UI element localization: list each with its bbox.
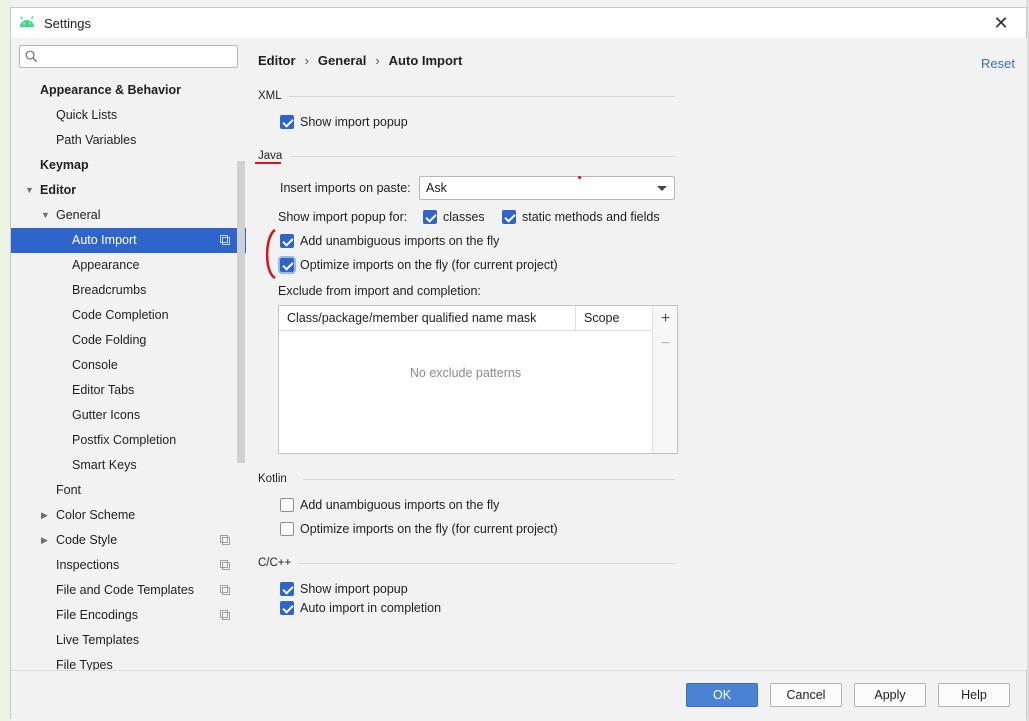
annotation-underline	[255, 162, 281, 164]
sidebar-item-appearance[interactable]: Appearance	[11, 253, 246, 278]
remove-icon[interactable]: −	[657, 335, 674, 352]
project-settings-icon	[220, 610, 230, 620]
project-settings-icon	[220, 235, 230, 245]
annotation-dot	[578, 176, 581, 179]
kotlin-optimize-imports-checkbox[interactable]: Optimize imports on the fly (for current…	[280, 521, 558, 537]
breadcrumb: Editor › General › Auto Import	[258, 53, 462, 68]
sidebar-item-editor-tabs[interactable]: Editor Tabs	[11, 378, 246, 403]
checkbox-checked[interactable]	[280, 600, 294, 615]
close-button[interactable]: ✕	[990, 12, 1012, 34]
breadcrumb-editor: Editor	[258, 53, 296, 68]
expand-arrow-icon[interactable]: ▼	[41, 203, 50, 228]
sidebar-item-inspections[interactable]: Inspections	[11, 553, 246, 578]
search-input[interactable]	[19, 45, 238, 68]
insert-imports-select[interactable]: Ask	[419, 176, 675, 200]
sidebar-item-keymap[interactable]: Keymap	[11, 153, 246, 178]
section-title-xml: XML	[258, 90, 282, 102]
static-methods-checkbox[interactable]: static methods and fields	[502, 209, 660, 225]
reset-link[interactable]: Reset	[981, 56, 1015, 71]
android-icon	[20, 16, 34, 27]
breadcrumb-general: General	[317, 53, 367, 68]
project-settings-icon	[220, 585, 230, 595]
search-icon	[25, 50, 38, 63]
sidebar-item-auto-import[interactable]: Auto Import	[11, 228, 246, 253]
xml-show-import-popup-checkbox[interactable]: Show import popup	[280, 114, 408, 130]
cpp-show-import-popup-checkbox[interactable]: Show import popup	[280, 581, 408, 597]
checkbox-checked[interactable]	[280, 581, 294, 596]
sidebar-item-editor[interactable]: ▼ Editor	[11, 178, 246, 203]
section-divider	[303, 479, 675, 480]
java-optimize-imports-checkbox[interactable]: Optimize imports on the fly (for current…	[280, 257, 558, 273]
exclude-label: Exclude from import and completion:	[278, 284, 481, 298]
sidebar-item-code-completion[interactable]: Code Completion	[11, 303, 246, 328]
cpp-auto-import-checkbox[interactable]: Auto import in completion	[280, 600, 441, 616]
ok-button[interactable]: OK	[686, 683, 758, 707]
sidebar-item-gutter-icons[interactable]: Gutter Icons	[11, 403, 246, 428]
checkbox-checked[interactable]	[423, 209, 437, 224]
checkbox-checked[interactable]	[280, 114, 294, 129]
sidebar-item-postfix-completion[interactable]: Postfix Completion	[11, 428, 246, 453]
breadcrumb-auto-import: Auto Import	[388, 53, 463, 68]
section-divider	[289, 96, 675, 97]
sidebar-item-code-style[interactable]: ▶ Code Style	[11, 528, 246, 553]
breadcrumb-separator: ›	[375, 53, 380, 68]
sidebar-scrollbar[interactable]	[237, 161, 245, 463]
checkbox-checked[interactable]	[502, 209, 516, 224]
sidebar: Appearance & Behavior Quick Lists Path V…	[11, 38, 247, 672]
apply-button[interactable]: Apply	[854, 683, 926, 707]
dialog-footer: OK Cancel Apply Help	[11, 670, 1026, 720]
chevron-down-icon	[657, 186, 667, 191]
settings-dialog: Settings ✕ Appearance & Behavior Quick L…	[10, 7, 1027, 720]
sidebar-item-color-scheme[interactable]: ▶ Color Scheme	[11, 503, 246, 528]
checkbox-unchecked[interactable]	[280, 521, 294, 536]
section-title-java: Java	[258, 150, 283, 162]
column-header-scope[interactable]: Scope	[576, 306, 652, 331]
checkbox-checked[interactable]	[280, 257, 294, 272]
section-divider	[291, 156, 675, 157]
sidebar-item-appearance-behavior[interactable]: Appearance & Behavior	[11, 78, 246, 103]
checkbox-checked[interactable]	[280, 233, 294, 248]
project-settings-icon	[220, 535, 230, 545]
section-title-cpp: C/C++	[258, 557, 292, 569]
annotation-bracket	[265, 228, 276, 280]
sidebar-item-smart-keys[interactable]: Smart Keys	[11, 453, 246, 478]
breadcrumb-separator: ›	[304, 53, 309, 68]
sidebar-item-console[interactable]: Console	[11, 353, 246, 378]
java-add-unambiguous-checkbox[interactable]: Add unambiguous imports on the fly	[280, 233, 499, 249]
section-title-kotlin: Kotlin	[258, 473, 287, 485]
checkbox-unchecked[interactable]	[280, 497, 294, 512]
sidebar-item-file-code-templates[interactable]: File and Code Templates	[11, 578, 246, 603]
insert-imports-label: Insert imports on paste:	[280, 181, 411, 195]
show-popup-for-label: Show import popup for:	[278, 210, 408, 224]
section-divider	[299, 563, 675, 564]
sidebar-item-path-variables[interactable]: Path Variables	[11, 128, 246, 153]
sidebar-item-code-folding[interactable]: Code Folding	[11, 328, 246, 353]
sidebar-item-file-encodings[interactable]: File Encodings	[11, 603, 246, 628]
column-header-mask[interactable]: Class/package/member qualified name mask	[279, 306, 576, 331]
collapse-arrow-icon[interactable]: ▶	[41, 528, 48, 553]
exclude-table: Class/package/member qualified name mask…	[278, 305, 678, 454]
sidebar-item-general[interactable]: ▼ General	[11, 203, 246, 228]
empty-table-text: No exclude patterns	[409, 366, 522, 380]
sidebar-item-breadcrumbs[interactable]: Breadcrumbs	[11, 278, 246, 303]
cancel-button[interactable]: Cancel	[770, 683, 842, 707]
project-settings-icon	[220, 560, 230, 570]
window-title: Settings	[44, 16, 91, 31]
sidebar-item-font[interactable]: Font	[11, 478, 246, 503]
auto-import-panel: Editor › General › Auto Import Reset XML Sho…	[247, 38, 1027, 670]
classes-checkbox[interactable]: classes	[423, 209, 485, 225]
help-button[interactable]: Help	[938, 683, 1010, 707]
sidebar-item-quick-lists[interactable]: Quick Lists	[11, 103, 246, 128]
collapse-arrow-icon[interactable]: ▶	[41, 503, 48, 528]
expand-arrow-icon[interactable]: ▼	[25, 178, 34, 203]
sidebar-item-live-templates[interactable]: Live Templates	[11, 628, 246, 653]
add-icon[interactable]: +	[657, 310, 674, 327]
table-header: Class/package/member qualified name mask…	[279, 306, 652, 331]
title-bar: Settings ✕	[11, 8, 1026, 38]
kotlin-add-unambiguous-checkbox[interactable]: Add unambiguous imports on the fly	[280, 497, 499, 513]
table-toolbar: + −	[652, 306, 677, 453]
